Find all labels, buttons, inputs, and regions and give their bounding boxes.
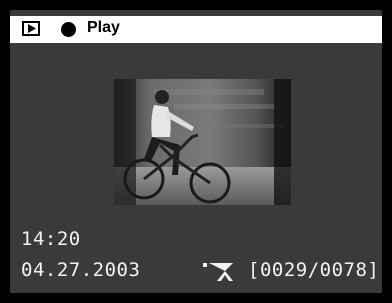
- movie-camera-icon: [203, 261, 237, 281]
- record-dot-icon: [61, 22, 76, 37]
- frame-counter: [0029/0078]: [248, 259, 380, 281]
- mode-bar: Play: [10, 16, 382, 43]
- play-mode-icon: [22, 21, 40, 36]
- photo-thumbnail: [114, 79, 291, 205]
- camera-screen: Play 14:20 04.27.2003 [0029/0078]: [0, 0, 392, 303]
- mode-label: Play: [87, 19, 120, 36]
- date-readout: 04.27.2003: [21, 259, 141, 281]
- lcd-display: Play 14:20 04.27.2003 [0029/0078]: [10, 10, 382, 293]
- time-readout: 14:20: [21, 228, 81, 250]
